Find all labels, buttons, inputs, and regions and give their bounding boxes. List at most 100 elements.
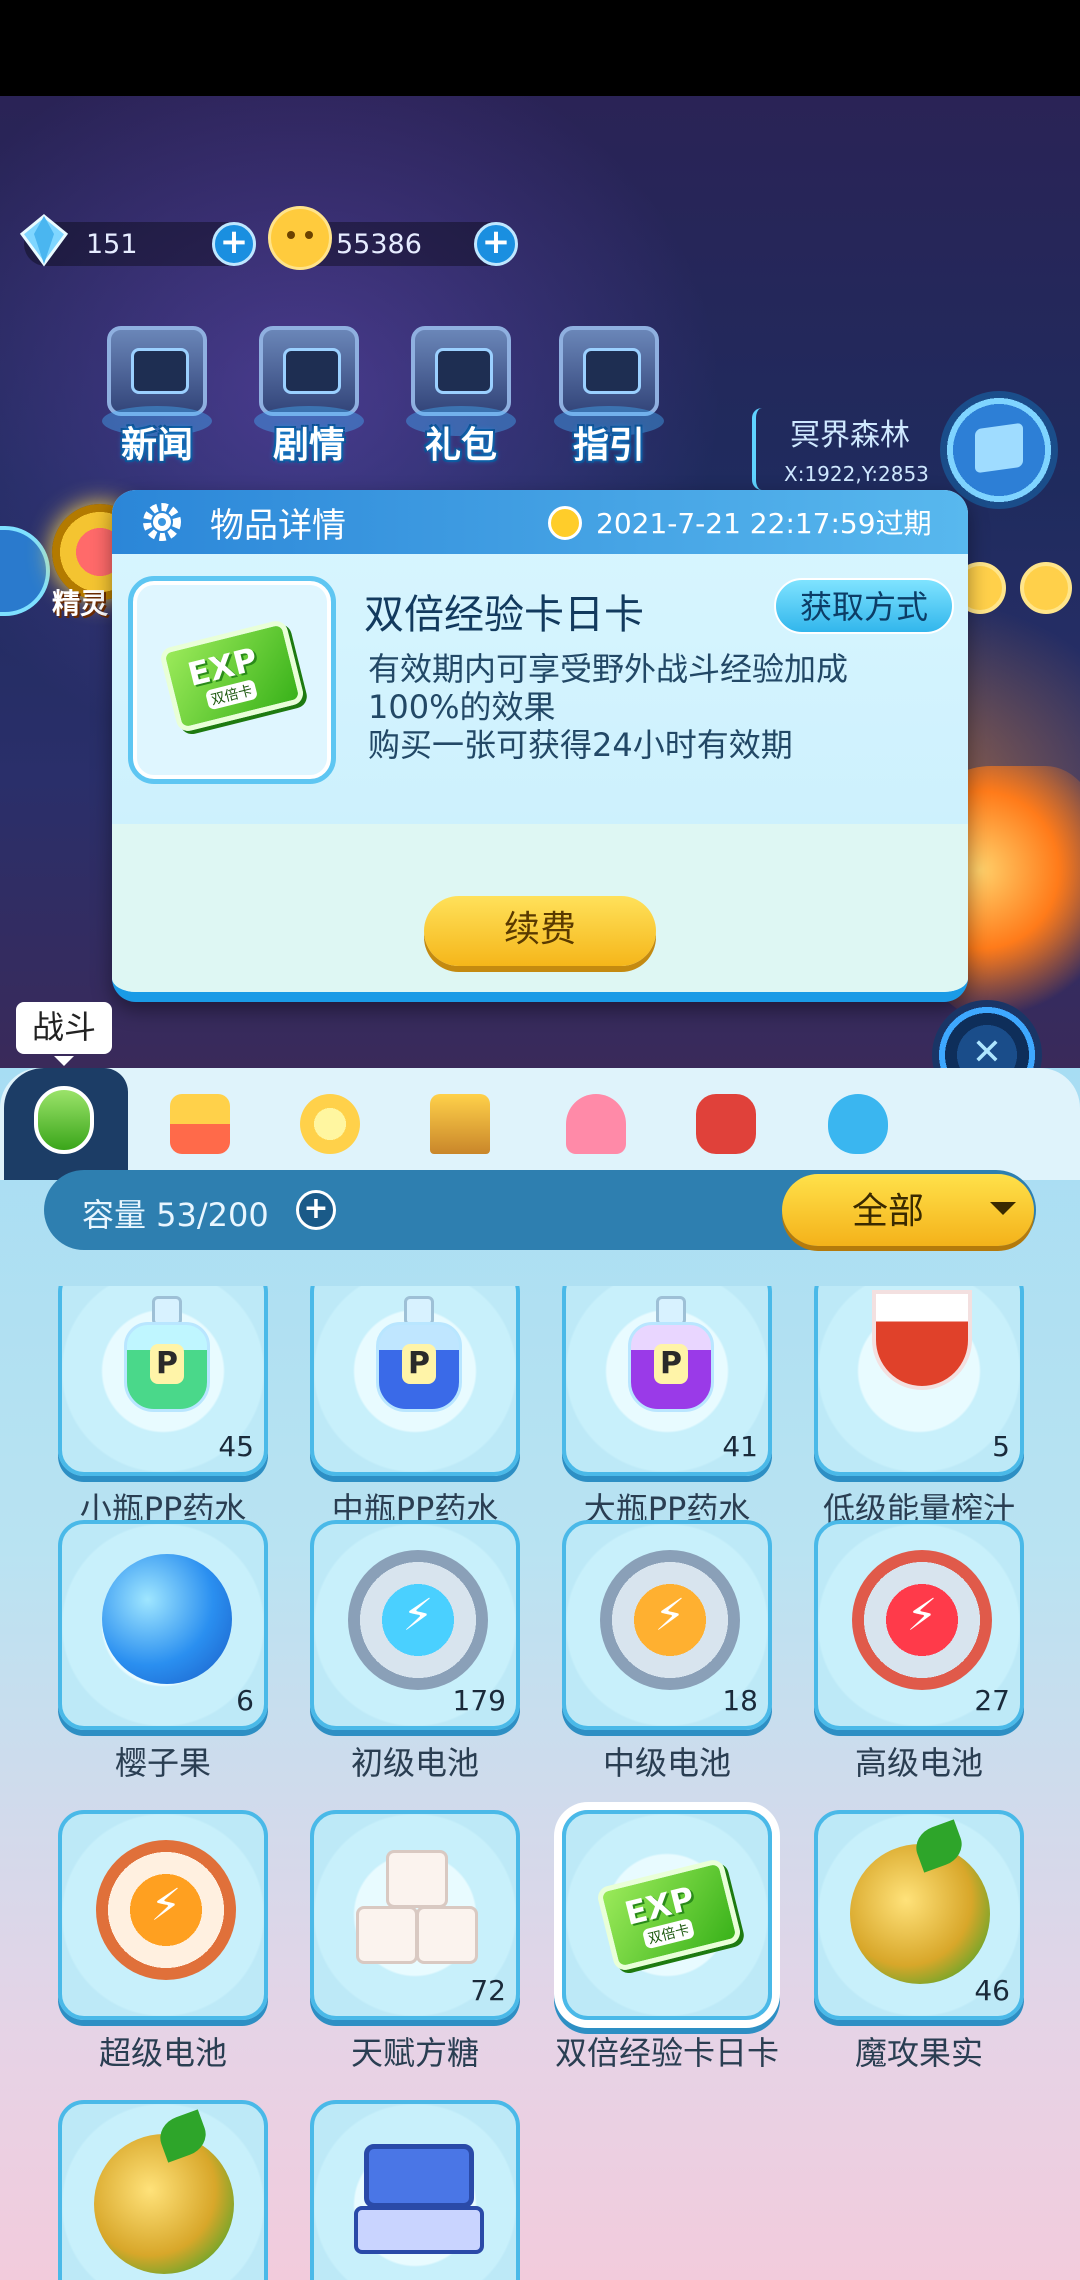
add-coins-button[interactable]: + [474, 222, 518, 266]
play-icon[interactable] [0, 526, 50, 616]
item-cell[interactable]: 72 天赋方糖 [310, 1810, 520, 2100]
item-frame [58, 2100, 268, 2280]
dialog-title: 物品详情 [210, 506, 346, 546]
clock-icon [548, 506, 582, 540]
capacity-text: 容量 53/200 [82, 1196, 269, 1234]
item-cell[interactable]: 5 低级能量榨汁 [814, 1286, 1024, 1556]
item-grid[interactable]: P 45 小瓶PP药水 P 中瓶PP药水 P 41 大瓶PP药水 5 低级能量榨… [0, 1286, 1080, 2280]
item-count: 27 [974, 1684, 1010, 1717]
cat-coin-icon [268, 206, 332, 270]
item-cell[interactable]: 18 中级电池 [562, 1520, 772, 1810]
item-name: 初级电池 [350, 1744, 479, 1782]
story-label: 剧情 [272, 425, 345, 466]
diamond-icon [19, 214, 69, 267]
exp-card-icon: EXP 双倍卡 [595, 1857, 743, 1973]
spirit-label: 精灵 [52, 587, 109, 620]
berry-icon [102, 1554, 232, 1684]
expand-capacity-button[interactable]: + [296, 1190, 336, 1230]
small-pp-potion-icon: P [120, 1296, 214, 1416]
gear-icon [143, 503, 181, 541]
gift-pack-label: 礼包 [424, 425, 497, 466]
guide-machine-icon [559, 326, 659, 416]
item-name: 高级电池 [854, 1744, 983, 1782]
item-cell-selected[interactable]: EXP 双倍卡 双倍经验卡日卡 [555, 1810, 779, 2100]
gem-balance: 151 + [19, 214, 256, 267]
item-name: 双倍经验卡日卡 [554, 2034, 779, 2072]
item-count: 18 [722, 1684, 758, 1717]
egg-icon [828, 1094, 888, 1154]
tab-eggs[interactable] [818, 1084, 898, 1164]
item-count: 5 [992, 1430, 1010, 1463]
item-count: 179 [452, 1684, 506, 1717]
juice-glass-icon [872, 1290, 972, 1390]
fruit-icon [94, 2134, 234, 2274]
chevron-down-icon [990, 1202, 1016, 1215]
filter-dropdown[interactable]: 全部 [782, 1174, 1034, 1246]
item-frame [58, 1810, 268, 2020]
expire-time: 2021-7-21 22:17:59过期 [596, 507, 932, 540]
gift-pack-button[interactable]: 礼包 [396, 326, 526, 476]
item-name: 魔攻果实 [854, 2034, 983, 2072]
item-cell[interactable]: 6 樱子果 [58, 1520, 268, 1810]
item-count: 72 [470, 1974, 506, 2007]
large-pp-potion-icon: P [624, 1296, 718, 1416]
high-battery-icon [852, 1550, 992, 1690]
tab-outfit[interactable] [556, 1084, 636, 1164]
gift-machine-icon [411, 326, 511, 416]
item-frame: EXP 双倍卡 [562, 1810, 772, 2020]
battery-icon [34, 1086, 94, 1154]
item-cell[interactable] [58, 2100, 268, 2280]
item-cell[interactable]: 179 初级电池 [310, 1520, 520, 1810]
item-name: 天赋方糖 [350, 2034, 479, 2072]
laptop-icon [354, 2144, 484, 2264]
location-name: 冥界森林 [790, 418, 910, 453]
star-wand-icon [300, 1094, 360, 1154]
desc-line: 有效期内可享受野外战斗经验加成 [368, 650, 849, 688]
item-cell[interactable]: P 45 小瓶PP药水 [58, 1286, 268, 1556]
medium-pp-potion-icon: P [372, 1296, 466, 1416]
renew-button[interactable]: 续费 [424, 896, 656, 966]
tab-honor[interactable] [420, 1084, 500, 1164]
item-name: 双倍经验卡日卡 [364, 592, 644, 638]
desc-line: 100%的效果 [368, 688, 556, 726]
tab-tooltip: 战斗 [16, 1002, 112, 1066]
item-cell[interactable]: P 41 大瓶PP药水 [562, 1286, 772, 1556]
news-machine-icon [107, 326, 207, 416]
news-label: 新闻 [120, 425, 193, 466]
basic-battery-icon [348, 1550, 488, 1690]
item-detail-dialog: 物品详情 2021-7-21 22:17:59过期 EXP 双倍卡 双倍经验卡日… [112, 490, 968, 1002]
coin-balance: 55386 + [268, 206, 518, 270]
item-count: 41 [722, 1430, 758, 1463]
tab-toys[interactable] [290, 1084, 370, 1164]
status-bar [0, 0, 1080, 96]
item-count: 45 [218, 1430, 254, 1463]
tab-mount[interactable] [686, 1084, 766, 1164]
item-preview: EXP 双倍卡 [128, 576, 336, 784]
location-panel: 冥界森林 X:1922,Y:2853 [752, 408, 942, 490]
list-icon[interactable] [1020, 562, 1072, 614]
guide-button[interactable]: 指引 [544, 326, 674, 476]
star-box-icon [430, 1094, 490, 1154]
category-tabs [0, 1068, 1080, 1180]
tab-items[interactable] [160, 1084, 240, 1164]
story-button[interactable]: 剧情 [244, 326, 374, 476]
add-gems-button[interactable]: + [212, 222, 256, 266]
item-name: 樱子果 [114, 1744, 211, 1782]
news-button[interactable]: 新闻 [92, 326, 222, 476]
get-method-button[interactable]: 获取方式 [774, 578, 954, 634]
coin-count: 55386 [336, 228, 422, 260]
item-cell[interactable]: 27 高级电池 [814, 1520, 1024, 1810]
rocking-horse-icon [696, 1094, 756, 1154]
mid-battery-icon [600, 1550, 740, 1690]
super-battery-icon [96, 1840, 236, 1980]
item-cell[interactable]: 46 魔攻果实 [814, 1810, 1024, 2100]
item-frame [310, 2100, 520, 2280]
location-coords: X:1922,Y:2853 [784, 462, 929, 486]
tab-battle[interactable] [4, 1068, 128, 1180]
item-cell[interactable]: 超级电池 [58, 1810, 268, 2100]
item-name: 超级电池 [98, 2034, 227, 2072]
item-cell[interactable] [310, 2100, 520, 2280]
blocks-icon [170, 1094, 230, 1154]
desc-line: 购买一张可获得24小时有效期 [368, 726, 793, 764]
item-cell[interactable]: P 中瓶PP药水 [310, 1286, 520, 1556]
